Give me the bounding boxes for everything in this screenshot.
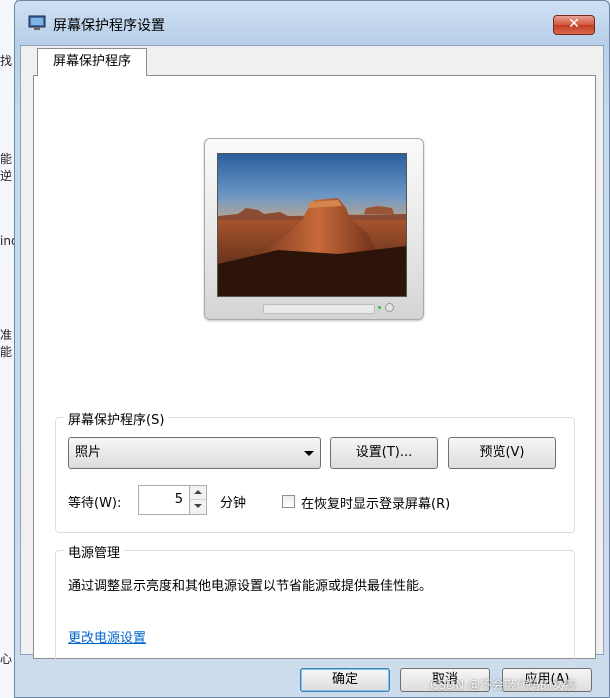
monitor-base [263, 304, 375, 314]
window-title: 屏幕保护程序设置 [53, 18, 165, 34]
monitor-icon [28, 15, 46, 30]
screensaver-group: 屏幕保护程序(S) 照片 设置(T)... 预览(V) 等待(W): 5 分钟 … [55, 409, 575, 533]
power-knob [385, 303, 394, 312]
monitor-preview [204, 138, 424, 320]
settings-button[interactable]: 设置(T)... [330, 437, 438, 469]
dialog-content: 屏幕保护程序 屏幕保护程序(S) 照片 设置(T)... 预览(V) 等待(W)… [20, 45, 604, 668]
desert-landscape-image [218, 154, 406, 296]
screensaver-selected-value: 照片 [75, 445, 102, 460]
wait-stepper[interactable] [190, 485, 207, 515]
bg-fragment: 找 [0, 54, 13, 68]
tab-screensaver[interactable]: 屏幕保护程序 [37, 48, 147, 76]
stepper-up-icon[interactable] [190, 486, 206, 500]
preview-button[interactable]: 预览(V) [448, 437, 556, 469]
close-button[interactable]: ✕ [553, 15, 595, 35]
resume-login-label[interactable]: 在恢复时显示登录屏幕(R) [301, 493, 450, 512]
stepper-down-icon[interactable] [190, 500, 206, 514]
preview-screen [217, 153, 407, 297]
screensaver-group-label: 屏幕保护程序(S) [64, 409, 169, 428]
screensaver-select[interactable]: 照片 [68, 437, 321, 469]
wait-label: 等待(W): [68, 496, 122, 511]
power-description: 通过调整显示亮度和其他电源设置以节省能源或提供最佳性能。 [68, 579, 433, 594]
change-power-settings-link[interactable]: 更改电源设置 [68, 627, 146, 646]
watermark-text: CSDN @不会敲代码的女孩 [430, 678, 577, 692]
power-management-group: 电源管理 通过调整显示亮度和其他电源设置以节省能源或提供最佳性能。 更改电源设置 [55, 542, 575, 668]
wait-unit-label: 分钟 [220, 496, 247, 511]
power-led [378, 306, 381, 309]
power-group-label: 电源管理 [64, 542, 125, 561]
ok-button[interactable]: 确定 [300, 668, 390, 692]
bg-fragment: 心 [0, 652, 13, 666]
tab-panel: 屏幕保护程序(S) 照片 设置(T)... 预览(V) 等待(W): 5 分钟 … [33, 75, 596, 668]
wait-minutes-input[interactable]: 5 [138, 485, 190, 515]
title-bar[interactable]: 屏幕保护程序设置 ✕ [15, 1, 609, 45]
chevron-down-icon [304, 451, 314, 456]
screensaver-dialog: 屏幕保护程序设置 ✕ 屏幕保护程序 屏幕保护程序(S) 照片 设置(T)... … [14, 0, 610, 698]
resume-login-checkbox[interactable] [282, 495, 295, 508]
